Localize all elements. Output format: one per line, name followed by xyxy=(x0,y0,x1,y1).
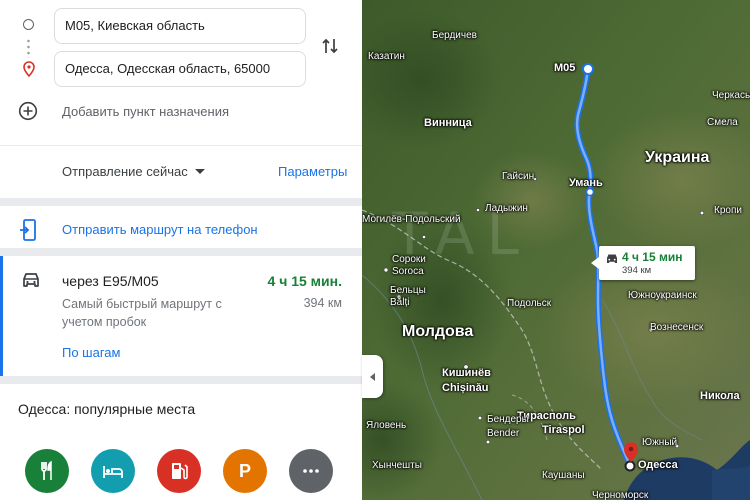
section-divider xyxy=(0,198,362,206)
route-via: через E95/M05 xyxy=(62,273,159,289)
map-label: Смела xyxy=(707,117,738,128)
destination-pin-icon xyxy=(23,61,35,77)
route-start-label: M05 xyxy=(554,62,576,74)
map-label: Bălți xyxy=(390,297,410,308)
collapse-panel-button[interactable] xyxy=(362,355,383,398)
map-label: Tiraspol xyxy=(542,424,585,436)
directions-panel: М05, Киевская область Одесса, Одесская о… xyxy=(0,0,362,500)
map-label: Подольск xyxy=(507,298,552,309)
map-label: Бендеры xyxy=(487,414,529,425)
map-label: Ладыжин xyxy=(485,203,528,214)
divider xyxy=(0,145,362,146)
map-label: Казатин xyxy=(368,51,405,62)
caret-down-icon[interactable] xyxy=(195,169,205,174)
options-button[interactable]: Параметры xyxy=(278,164,347,179)
route-distance: 394 км xyxy=(303,296,342,310)
route-dots-icon xyxy=(27,38,30,58)
map-label: Молдова xyxy=(402,323,474,340)
car-icon xyxy=(607,254,617,263)
add-destination-button[interactable]: Добавить пункт назначения xyxy=(62,104,229,119)
more-icon xyxy=(303,469,319,473)
step-by-step-button[interactable]: По шагам xyxy=(62,345,120,360)
route-info-bubble[interactable]: 4 ч 15 мин 394 км xyxy=(591,246,695,280)
bubble-distance: 394 км xyxy=(622,265,652,276)
send-to-phone-button[interactable]: Отправить маршрут на телефон xyxy=(62,222,258,237)
map-label: Хынчешты xyxy=(372,460,422,471)
popular-places-title: Одесса: популярные места xyxy=(18,401,196,417)
chevron-left-icon xyxy=(370,372,375,381)
section-divider xyxy=(0,248,362,256)
map-view[interactable]: TAL Бердичев Казатин Винница Черкасы Сме… xyxy=(362,0,750,500)
map-label: Винница xyxy=(424,117,472,129)
swap-icon[interactable] xyxy=(321,36,339,56)
gas-stations-button[interactable] xyxy=(157,449,201,493)
map-label: Бердичев xyxy=(432,30,477,41)
origin-circle-icon xyxy=(23,19,34,30)
route-description: Самый быстрый маршрут с учетом пробок xyxy=(62,297,222,329)
map-label: Южноукраинск xyxy=(628,290,697,301)
parking-button[interactable]: P xyxy=(223,449,267,493)
map-label: Каушаны xyxy=(542,470,585,481)
parking-icon: P xyxy=(238,460,251,481)
map-label: Chișinău xyxy=(442,382,489,394)
map-label: Кропи xyxy=(714,205,742,216)
route-duration: 4 ч 15 мин. xyxy=(267,273,342,289)
map-label: Bender xyxy=(487,428,520,439)
restaurant-icon xyxy=(41,460,52,480)
more-places-button[interactable] xyxy=(289,449,333,493)
hotel-icon xyxy=(103,466,123,478)
origin-input[interactable]: М05, Киевская область xyxy=(54,8,306,44)
map-label: Кишинёв xyxy=(442,367,491,379)
map-label: Яловень xyxy=(366,420,407,431)
destination-input[interactable]: Одесса, Одесская область, 65000 xyxy=(54,51,306,87)
car-icon xyxy=(23,273,39,287)
add-destination-icon[interactable] xyxy=(18,101,38,121)
map-label: Черноморск xyxy=(592,490,649,500)
send-to-phone-icon[interactable] xyxy=(19,219,37,241)
hotels-button[interactable] xyxy=(91,449,135,493)
map-label: Украина xyxy=(645,149,710,166)
gas-station-icon xyxy=(172,463,188,480)
map-label: Бельцы xyxy=(390,285,426,296)
restaurants-button[interactable] xyxy=(25,449,69,493)
map-label: Умань xyxy=(569,177,603,189)
map-label: Гайсин xyxy=(502,171,535,182)
map-label: Южный xyxy=(642,437,678,448)
map-label: Soroca xyxy=(392,266,424,277)
map-label: Вознесенск xyxy=(650,322,704,333)
bubble-duration: 4 ч 15 мин xyxy=(622,250,683,264)
map-label: Сороки xyxy=(392,254,426,265)
route-option-card[interactable]: через E95/M05 4 ч 15 мин. Самый быстрый … xyxy=(0,256,362,376)
map-label: Черкасы xyxy=(712,90,750,101)
map-label: Никола xyxy=(700,390,740,402)
section-divider xyxy=(0,376,362,384)
route-end-label: Одесса xyxy=(638,459,678,471)
map-label: Могилёв-Подольский xyxy=(362,214,461,225)
depart-time-dropdown[interactable]: Отправление сейчас xyxy=(62,164,188,179)
